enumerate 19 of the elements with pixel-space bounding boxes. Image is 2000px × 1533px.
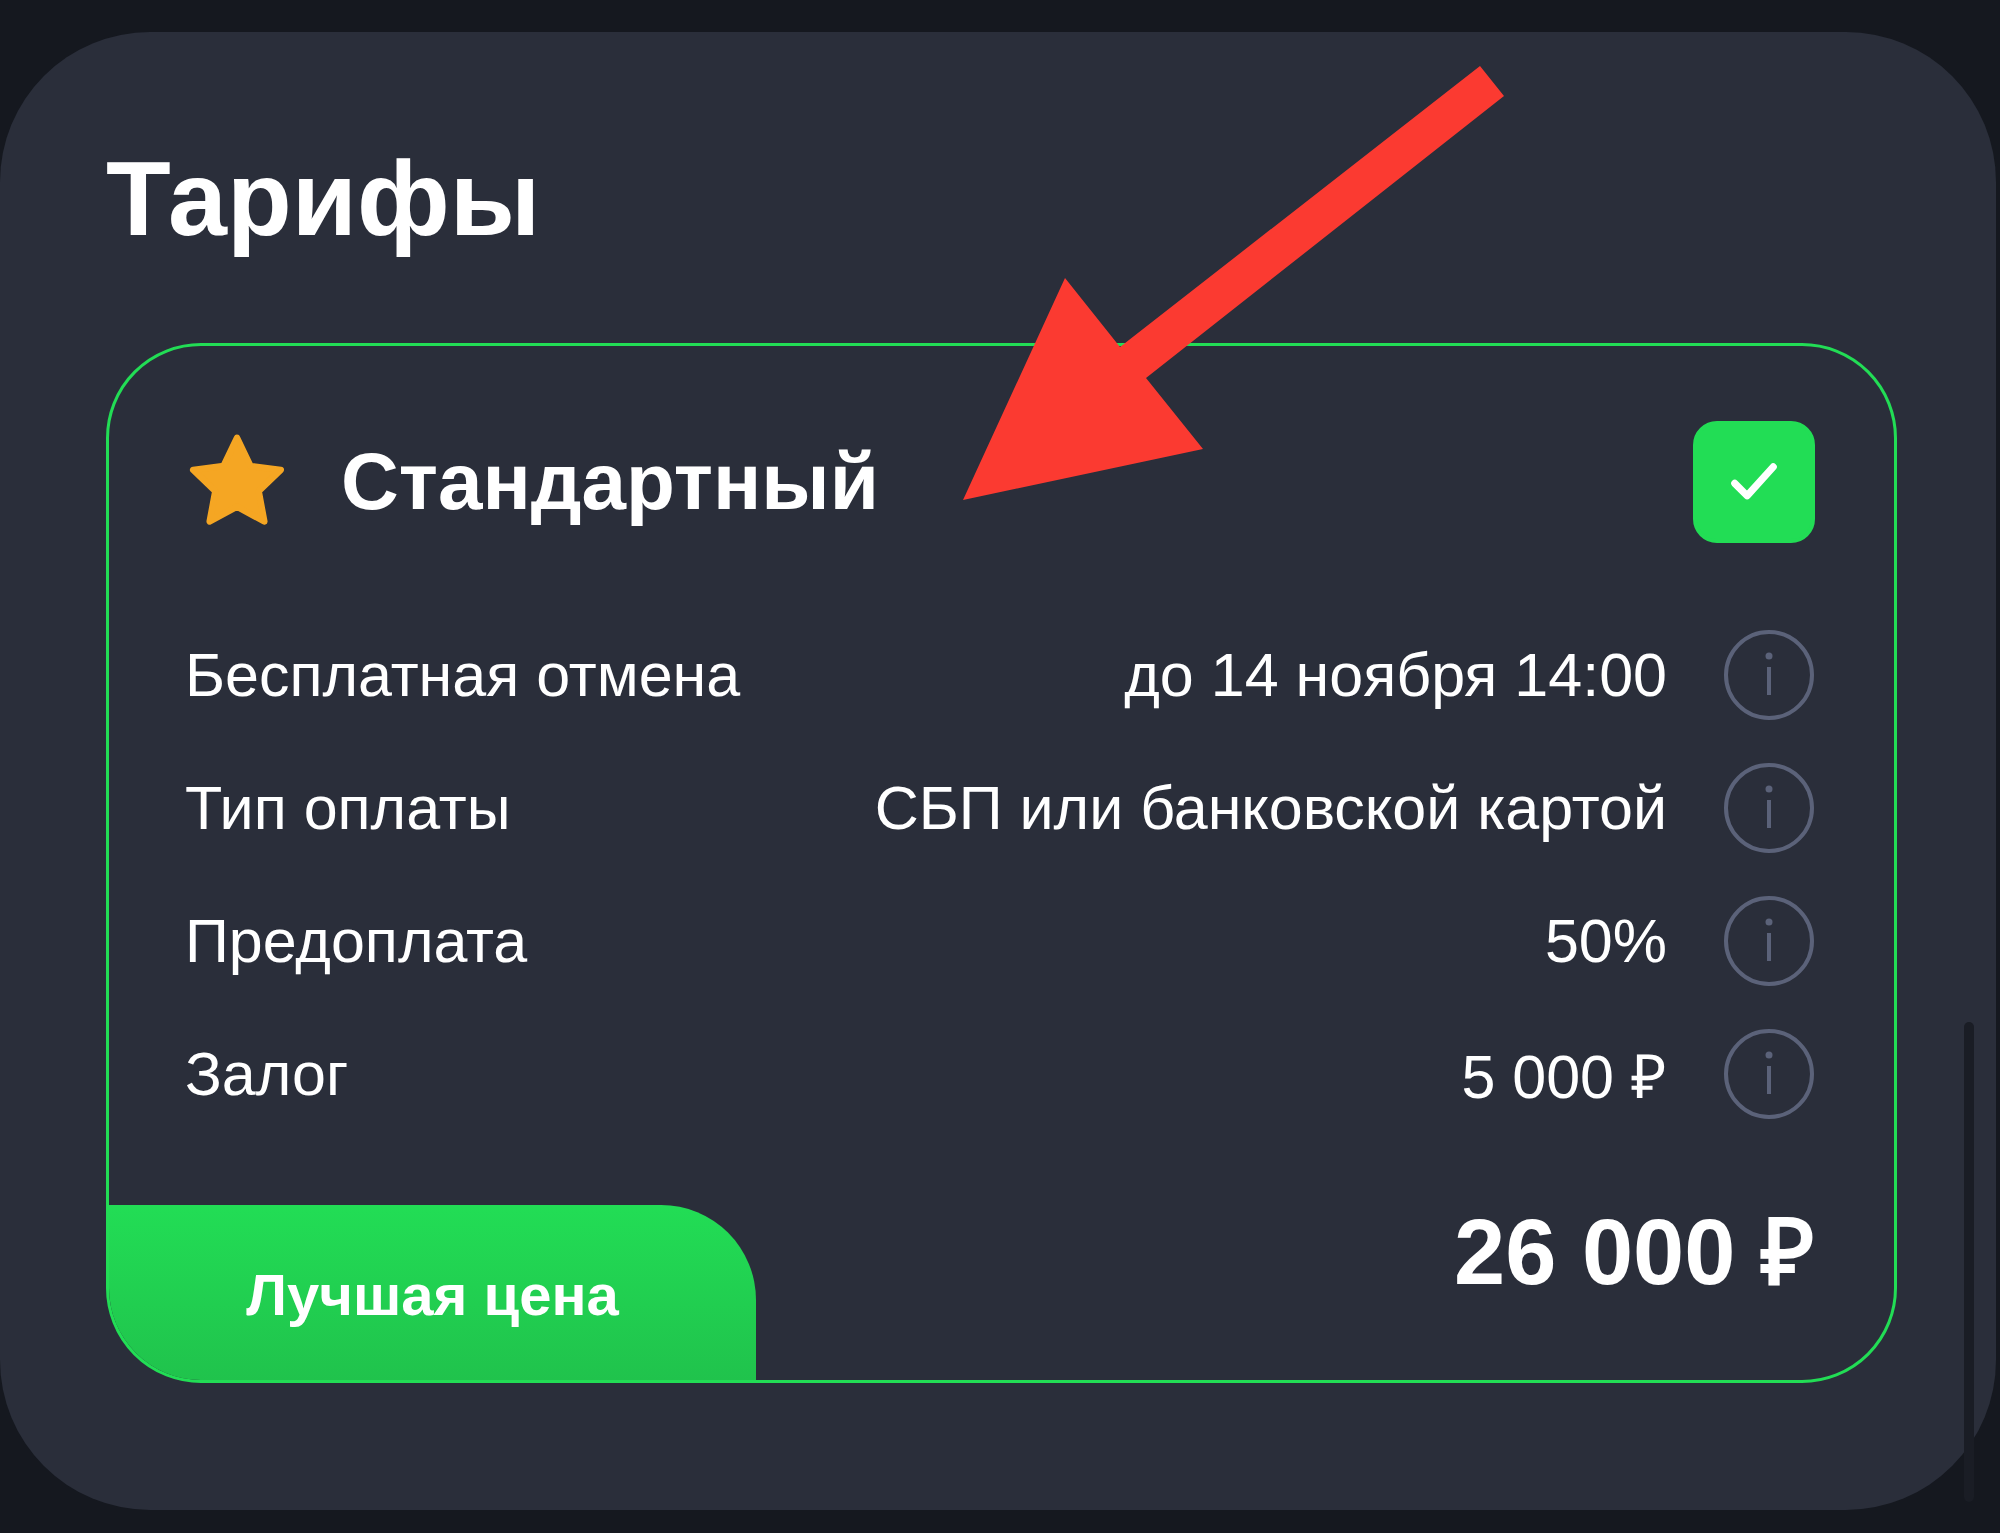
tariff-card[interactable]: Стандартный Бесплатная отмена до 14 ноября 14:00 Тип оплаты СБП или банковской картой Предоплата 50% Залог 5 000 ₽ Лучшая цена 26 000 ₽: [106, 342, 1897, 1383]
row-value: до 14 ноября 14:00: [1124, 640, 1667, 710]
info-icon[interactable]: [1723, 895, 1815, 987]
row-label: Предоплата: [185, 906, 529, 976]
row-value: 5 000 ₽: [1461, 1041, 1667, 1113]
tariff-checkbox[interactable]: [1693, 420, 1815, 543]
scrollbar[interactable]: [1964, 1022, 1974, 1502]
tariff-name: Стандартный: [341, 435, 880, 528]
row-value: СБП или банковской картой: [874, 773, 1667, 843]
info-icon[interactable]: [1723, 762, 1815, 854]
info-icon[interactable]: [1723, 629, 1815, 721]
page-title: Тарифы: [106, 138, 541, 259]
row-value: 50%: [1544, 906, 1667, 976]
price: 26 000 ₽: [1454, 1204, 1815, 1300]
info-icon[interactable]: [1723, 1028, 1815, 1120]
best-price-badge: Лучшая цена: [109, 1204, 756, 1380]
row-label: Залог: [185, 1039, 350, 1109]
row-label: Тип оплаты: [185, 773, 512, 843]
row-label: Бесплатная отмена: [185, 640, 742, 710]
